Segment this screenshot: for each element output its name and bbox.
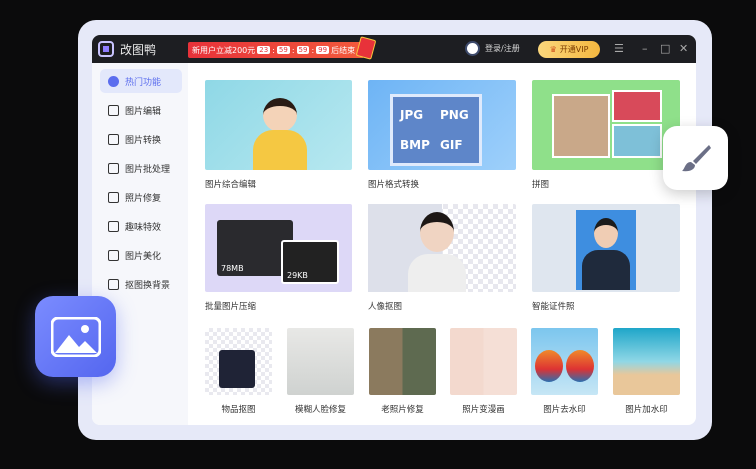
- vip-button[interactable]: ♛ 开通VIP: [538, 41, 600, 58]
- crown-icon: ♛: [549, 45, 557, 54]
- feature-label: 图片加水印: [625, 405, 668, 415]
- sidebar-item-hot[interactable]: 热门功能: [100, 69, 182, 93]
- feature-label: 拼图: [532, 180, 550, 190]
- format-label: PNG: [440, 108, 469, 122]
- sidebar-item-cutout[interactable]: 抠图换背景: [100, 272, 182, 296]
- sidebar-item-label: 图片美化: [125, 251, 162, 262]
- timer-minutes: 59: [276, 46, 290, 54]
- feature-label: 照片变漫画: [462, 405, 505, 415]
- sidebar-item-label: 图片批处理: [125, 164, 171, 175]
- feature-label: 图片综合编辑: [205, 180, 257, 190]
- size-after: 29KB: [287, 271, 308, 280]
- feature-image: [613, 328, 680, 395]
- feature-label: 图片去水印: [543, 405, 586, 415]
- beautify-icon: [108, 249, 119, 261]
- feature-card-object-cutout[interactable]: 物品抠图: [205, 328, 272, 415]
- avatar: [465, 41, 480, 56]
- feature-image: JPG PNG BMP GIF: [368, 80, 516, 170]
- feature-card-remove-watermark[interactable]: 图片去水印: [531, 328, 598, 415]
- title-bar: 改图鸭 新用户立减200元 23: 59: 59: 99 后结束 登录/注册 ♛…: [92, 35, 696, 63]
- feature-card-collage[interactable]: 拼图: [532, 80, 680, 190]
- sidebar-item-convert[interactable]: 图片转换: [100, 127, 182, 151]
- sidebar-item-label: 热门功能: [125, 77, 162, 88]
- feature-image: [450, 328, 517, 395]
- sidebar-item-label: 抠图换背景: [125, 280, 171, 291]
- login-label: 登录/注册: [485, 44, 520, 53]
- red-envelope-icon: [355, 36, 377, 60]
- login-button[interactable]: 登录/注册: [465, 41, 520, 56]
- feature-image: [205, 80, 352, 170]
- sidebar-item-image-edit[interactable]: 图片编辑: [100, 98, 182, 122]
- timer-ms: 99: [316, 46, 330, 54]
- vip-label: 开通VIP: [559, 45, 589, 54]
- timer-hours: 23: [257, 46, 271, 54]
- paint-brush-icon: [681, 145, 711, 172]
- feature-image: [532, 80, 680, 170]
- sidebar-item-repair[interactable]: 照片修复: [100, 185, 182, 209]
- maximize-button[interactable]: □: [660, 42, 670, 55]
- sidebar-item-label: 照片修复: [125, 193, 162, 204]
- feature-image: [369, 328, 436, 395]
- app-window: 改图鸭 新用户立减200元 23: 59: 59: 99 后结束 登录/注册 ♛…: [92, 35, 696, 425]
- feature-card-cartoon[interactable]: 照片变漫画: [450, 328, 517, 415]
- paint-brush-badge: [663, 126, 728, 190]
- feature-label: 图片格式转换: [368, 180, 420, 190]
- minimize-button[interactable]: –: [642, 42, 648, 55]
- feature-image: [205, 328, 272, 395]
- timer-seconds: 59: [296, 46, 310, 54]
- feature-label: 模糊人脸修复: [294, 405, 346, 415]
- feature-label: 人像抠图: [368, 302, 403, 312]
- feature-image: 78MB 29KB: [205, 204, 352, 292]
- feature-image: [531, 328, 598, 395]
- size-before: 78MB: [221, 264, 244, 273]
- feature-image: [368, 204, 516, 292]
- image-icon: [50, 316, 101, 357]
- feature-card-compress[interactable]: 78MB 29KB 批量图片压缩: [205, 204, 352, 312]
- feature-card-face-repair[interactable]: 模糊人脸修复: [287, 328, 354, 415]
- image-edit-icon: [108, 104, 119, 116]
- sidebar-item-label: 图片编辑: [125, 106, 162, 117]
- batch-icon: [108, 162, 119, 174]
- feature-label: 批量图片压缩: [205, 302, 257, 312]
- cutout-icon: [108, 278, 119, 290]
- menu-icon[interactable]: ☰: [614, 42, 624, 55]
- image-badge: [35, 296, 116, 377]
- feature-label: 老照片修复: [381, 405, 424, 415]
- app-name: 改图鸭: [120, 42, 157, 57]
- format-label: BMP: [400, 138, 430, 152]
- promo-banner[interactable]: 新用户立减200元 23: 59: 59: 99 后结束: [188, 36, 377, 60]
- sidebar-item-effects[interactable]: 趣味特效: [100, 214, 182, 238]
- promo-suffix: 后结束: [331, 45, 356, 55]
- format-label: JPG: [400, 108, 424, 122]
- convert-icon: [108, 133, 119, 145]
- sidebar-item-beautify[interactable]: 图片美化: [100, 243, 182, 267]
- app-logo-icon: [98, 41, 114, 57]
- feature-card-edit[interactable]: 图片综合编辑: [205, 80, 352, 190]
- sidebar-item-label: 图片转换: [125, 135, 162, 146]
- repair-icon: [108, 191, 119, 203]
- sidebar-item-label: 趣味特效: [125, 222, 162, 233]
- effects-icon: [108, 220, 119, 232]
- feature-card-id-photo[interactable]: 智能证件照: [532, 204, 680, 312]
- feature-card-format[interactable]: JPG PNG BMP GIF 图片格式转换: [368, 80, 516, 190]
- close-button[interactable]: ✕: [679, 42, 688, 55]
- feature-card-portrait-cutout[interactable]: 人像抠图: [368, 204, 516, 312]
- feature-card-old-photo[interactable]: 老照片修复: [369, 328, 436, 415]
- promo-text: 新用户立减200元: [192, 45, 256, 55]
- feature-image: [287, 328, 354, 395]
- sidebar-item-batch[interactable]: 图片批处理: [100, 156, 182, 180]
- feature-label: 物品抠图: [221, 405, 256, 415]
- feature-card-add-watermark[interactable]: 图片加水印: [613, 328, 680, 415]
- format-label: GIF: [440, 138, 463, 152]
- feature-image: [532, 204, 680, 292]
- feature-label: 智能证件照: [532, 302, 575, 312]
- flame-icon: [108, 75, 119, 87]
